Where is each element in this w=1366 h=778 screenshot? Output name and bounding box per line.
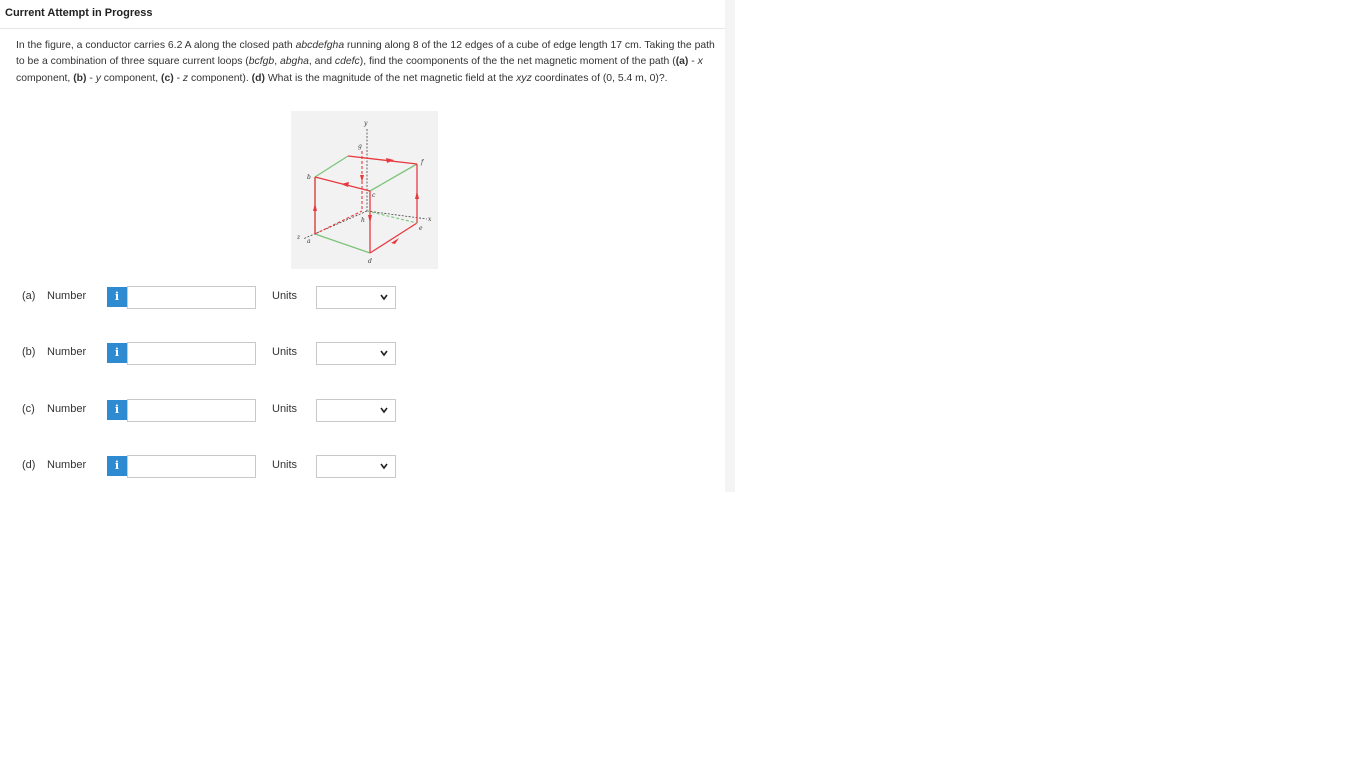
current-arrow	[386, 158, 394, 163]
label-f: f	[420, 159, 425, 166]
number-label: Number	[47, 346, 87, 358]
cube-edge	[369, 163, 418, 192]
label-e: e	[419, 225, 423, 232]
part-label: (b)	[22, 346, 36, 358]
z-axis	[302, 210, 368, 240]
info-icon[interactable]: i	[107, 400, 127, 420]
units-label: Units	[272, 346, 298, 358]
attempt-header: Current Attempt in Progress	[0, 0, 725, 29]
units-select-a[interactable]	[316, 286, 396, 309]
attempt-status-title: Current Attempt in Progress	[5, 7, 153, 19]
chevron-down-icon	[380, 350, 388, 357]
label-c: c	[372, 192, 376, 199]
answer-row-a: (a) Number i Units	[0, 285, 420, 309]
label-z: z	[296, 234, 301, 241]
cube-diagram: y x z a b c d e f g h	[296, 120, 432, 265]
info-icon[interactable]: i	[107, 343, 127, 363]
path-edge	[347, 155, 418, 165]
cube-figure: y x z a b c d e f g h	[291, 111, 438, 269]
question-text: In the figure, a conductor carries 6.2 A…	[16, 40, 715, 84]
label-h: h	[361, 217, 365, 224]
info-icon[interactable]: i	[107, 287, 127, 307]
label-y: y	[363, 120, 368, 127]
units-select-d[interactable]	[316, 455, 396, 478]
label-b: b	[307, 174, 311, 181]
current-arrow	[360, 175, 364, 182]
number-input-b[interactable]	[127, 342, 256, 365]
path-name: abcdefgha	[295, 40, 345, 51]
panel-edge	[725, 0, 735, 492]
units-label: Units	[272, 459, 298, 471]
number-input-d[interactable]	[127, 455, 256, 478]
question-panel: Current Attempt in Progress In the figur…	[0, 0, 735, 492]
chevron-down-icon	[380, 463, 388, 470]
part-label: (c)	[22, 403, 35, 415]
number-input-c[interactable]	[127, 399, 256, 422]
current-arrow	[415, 191, 419, 199]
number-label: Number	[47, 403, 87, 415]
chevron-down-icon	[380, 294, 388, 301]
label-d: d	[368, 258, 372, 265]
part-label: (d)	[22, 459, 36, 471]
units-select-c[interactable]	[316, 399, 396, 422]
answer-row-b: (b) Number i Units	[0, 341, 420, 365]
cube-edge	[314, 155, 349, 178]
units-label: Units	[272, 403, 298, 415]
chevron-down-icon	[380, 407, 388, 414]
path-edge	[369, 222, 418, 254]
cube-edge	[314, 233, 371, 254]
label-x: x	[428, 216, 432, 223]
number-label: Number	[47, 290, 87, 302]
part-label: (a)	[22, 290, 36, 302]
hidden-path-edge	[314, 210, 363, 235]
answer-row-c: (c) Number i Units	[0, 398, 420, 422]
answer-row-d: (d) Number i Units	[0, 454, 420, 478]
number-label: Number	[47, 459, 87, 471]
current-arrow	[341, 182, 349, 187]
label-a: a	[307, 238, 311, 245]
number-input-a[interactable]	[127, 286, 256, 309]
label-g: g	[358, 143, 362, 150]
current-arrow	[313, 203, 317, 211]
info-icon[interactable]: i	[107, 456, 127, 476]
units-select-b[interactable]	[316, 342, 396, 365]
current-arrow	[368, 215, 372, 223]
units-label: Units	[272, 290, 298, 302]
